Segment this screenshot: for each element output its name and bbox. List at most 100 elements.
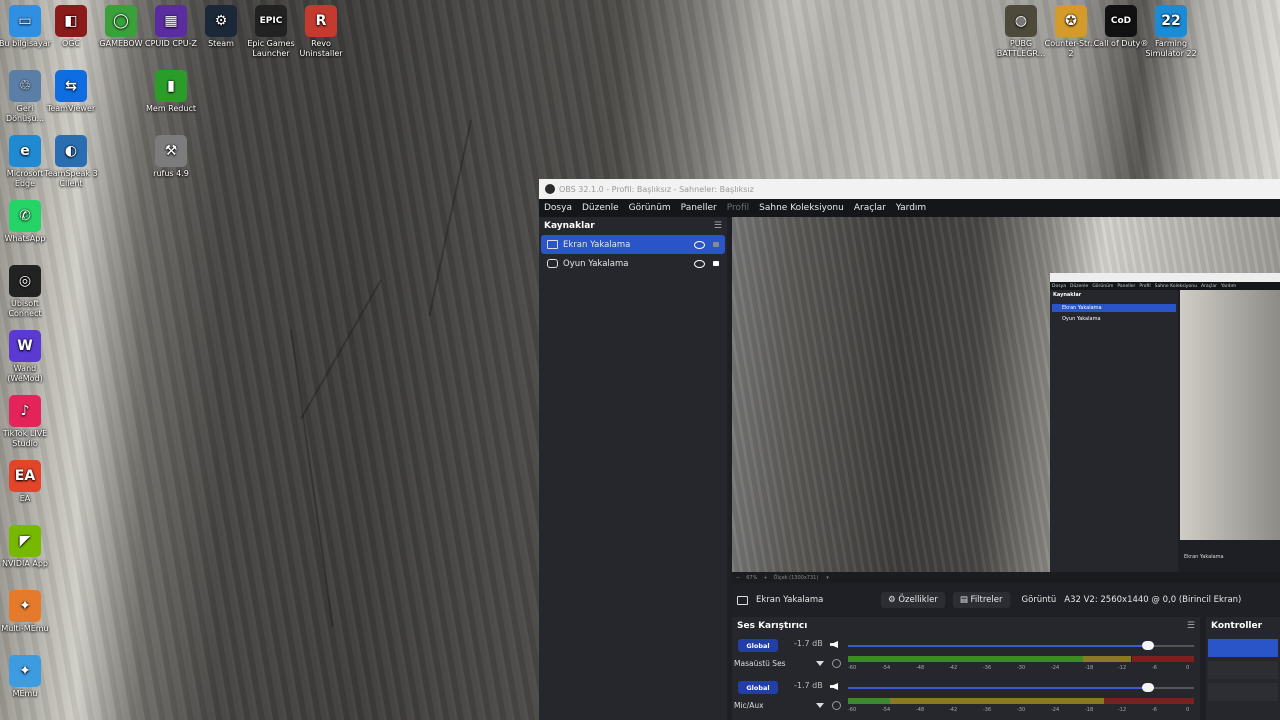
desktop-icon-label: TeamViewer [46, 104, 96, 113]
desktop-icon[interactable]: ✪ Counter-Str... 2 [1043, 5, 1099, 59]
speaker-icon[interactable] [830, 641, 838, 648]
meter-red [1104, 698, 1194, 704]
meter-tick-label: -54 [882, 707, 891, 713]
desktop-icon[interactable]: ◍ PUBG BATTLEGR... [993, 5, 1049, 59]
desktop-icon[interactable]: W Wand (WeMod) [0, 330, 53, 384]
filters-button[interactable]: ▤ Filtreler [952, 592, 1010, 608]
global-button[interactable]: Global [738, 681, 778, 694]
zoom-level: 67% [746, 574, 758, 581]
menu-item[interactable]: Araçlar [854, 203, 886, 213]
volume-slider-knob[interactable] [1142, 683, 1154, 692]
volume-slider-fill[interactable] [848, 687, 1148, 689]
source-item-ekran-yakalama[interactable]: Ekran Yakalama [541, 235, 725, 254]
nested-sources-heading: Kaynaklar [1053, 292, 1082, 298]
desktop-icon[interactable]: ⚒ rufus 4.9 [143, 135, 199, 179]
app-icon: ◎ [9, 265, 41, 297]
filter-icon: ▤ [959, 595, 968, 605]
control-button[interactable] [1208, 661, 1278, 679]
desktop-icon-label: Steam [208, 39, 234, 48]
context-source-name: Ekran Yakalama [756, 595, 824, 605]
desktop-icon[interactable]: R Revo Uninstaller [293, 5, 349, 59]
visibility-eye-icon[interactable] [694, 259, 705, 268]
source-label: Oyun Yakalama [563, 258, 629, 269]
lock-icon[interactable] [713, 242, 719, 247]
app-icon: 22 [1155, 5, 1187, 37]
menu-item[interactable]: Profil [727, 203, 749, 213]
meter-tick-label: -60 [848, 665, 857, 671]
mixer-channel: Global -1.7 dB Masaüstü Ses -60 -54 -48 -42 -36… [732, 635, 1200, 677]
menu-item[interactable]: Paneller [681, 203, 717, 213]
properties-button[interactable]: ⚙ Özellikler [881, 592, 945, 608]
meter-tick-label: -48 [916, 665, 925, 671]
meter-tick-label: -6 [1152, 707, 1157, 713]
control-button[interactable] [1208, 639, 1278, 657]
desktop-icon[interactable]: ✦ Multi-MEmu [0, 590, 53, 634]
obs-titlebar[interactable]: OBS 32.1.0 - Profil: Başlıksız - Sahnele… [539, 179, 1280, 199]
scale-label: Ölçek (1300x731) [773, 574, 819, 581]
desktop-icon[interactable]: EA EA [0, 460, 53, 504]
speaker-icon[interactable] [830, 683, 838, 690]
menu-item[interactable]: Görünüm [629, 203, 671, 213]
volume-slider-knob[interactable] [1142, 641, 1154, 650]
desktop-icon[interactable]: CoD Call of Duty® [1093, 5, 1149, 49]
channel-name: Mic/Aux [734, 701, 764, 710]
obs-logo-icon [545, 184, 555, 194]
desktop-icon[interactable]: ♪ TikTok LIVE Studio [0, 395, 53, 449]
desktop-icon-label: Farming Simulator 22 [1145, 39, 1197, 58]
lock-icon[interactable] [713, 261, 719, 266]
meter-ticks: -60 -54 -48 -42 -36 -30 -24 -18 -12 -6 0 [848, 665, 1194, 673]
zoom-minus-icon[interactable]: − [736, 575, 740, 581]
obs-window: OBS 32.1.0 - Profil: Başlıksız - Sahnele… [539, 179, 1280, 720]
menu-item[interactable]: Yardım [896, 203, 926, 213]
chevron-down-icon[interactable] [816, 703, 824, 708]
app-icon: ⇆ [55, 70, 87, 102]
desktop-icon[interactable]: ⚙ Steam [193, 5, 249, 49]
app-icon: CoD [1105, 5, 1137, 37]
source-item-oyun-yakalama[interactable]: Oyun Yakalama [541, 254, 725, 273]
volume-slider-fill[interactable] [848, 645, 1148, 647]
panel-menu-icon[interactable]: ☰ [714, 221, 722, 231]
desktop-icon[interactable]: ◯ GAMEBOW [93, 5, 149, 49]
desktop-icon-label: PUBG BATTLEGR... [996, 39, 1046, 58]
desktop-icon-label: Mem Reduct [146, 104, 196, 113]
desktop-icon-label: MEmu [12, 689, 38, 698]
display-dropdown[interactable]: A32 V2: 2560x1440 @ 0,0 (Birincil Ekran) [1064, 595, 1241, 605]
menu-item[interactable]: Sahne Koleksiyonu [759, 203, 844, 213]
desktop-icon[interactable]: EPIC Epic Games Launcher [243, 5, 299, 59]
control-button[interactable] [1208, 683, 1278, 701]
meter-tick-label: -24 [1051, 707, 1060, 713]
visibility-eye-icon[interactable] [694, 240, 705, 249]
menu-item[interactable]: Düzenle [582, 203, 619, 213]
meter-tick-label: -12 [1118, 707, 1127, 713]
desktop-icon[interactable]: ✆ WhatsApp [0, 200, 53, 244]
desktop-icon[interactable]: 22 Farming Simulator 22 [1143, 5, 1199, 59]
gear-icon[interactable] [832, 701, 841, 710]
menu-item[interactable]: Dosya [544, 203, 572, 213]
panel-menu-icon[interactable]: ☰ [1187, 621, 1195, 631]
chevron-down-icon[interactable] [816, 661, 824, 666]
desktop-icon[interactable]: ▦ CPUID CPU-Z [143, 5, 199, 49]
global-button[interactable]: Global [738, 639, 778, 652]
scale-dropdown-icon[interactable]: ▾ [826, 575, 829, 581]
desktop-icon-label: TeamSpeak 3 Client [44, 169, 98, 188]
desktop-icon-label: Counter-Str... 2 [1044, 39, 1098, 58]
desktop-icon[interactable]: ◤ NVIDIA App [0, 525, 53, 569]
desktop-icon-label: Revo Uninstaller [299, 39, 343, 58]
desktop-icon[interactable]: ◐ TeamSpeak 3 Client [43, 135, 99, 189]
desktop-icon[interactable]: ▮ Mem Reduct [143, 70, 199, 114]
desktop-icon-label: Wand (WeMod) [7, 364, 43, 383]
app-icon: ◯ [105, 5, 137, 37]
volume-slider-rest[interactable] [1148, 687, 1194, 689]
volume-slider-rest[interactable] [1148, 645, 1194, 647]
meter-tick-label: -54 [882, 665, 891, 671]
gear-icon[interactable] [832, 659, 841, 668]
desktop-icon[interactable]: ◧ OGC [43, 5, 99, 49]
preview-canvas[interactable]: Dosya Düzenle Görünüm Paneller Profil Sahne K… [732, 217, 1280, 572]
desktop-icon[interactable]: ✦ MEmu [0, 655, 53, 699]
monitor-icon [737, 595, 748, 605]
desktop-icon[interactable]: ◎ Ubisoft Connect [0, 265, 53, 319]
zoom-plus-icon[interactable]: + [763, 575, 767, 581]
app-icon: e [9, 135, 41, 167]
db-readout: -1.7 dB [794, 639, 823, 648]
desktop-icon[interactable]: ⇆ TeamViewer [43, 70, 99, 114]
